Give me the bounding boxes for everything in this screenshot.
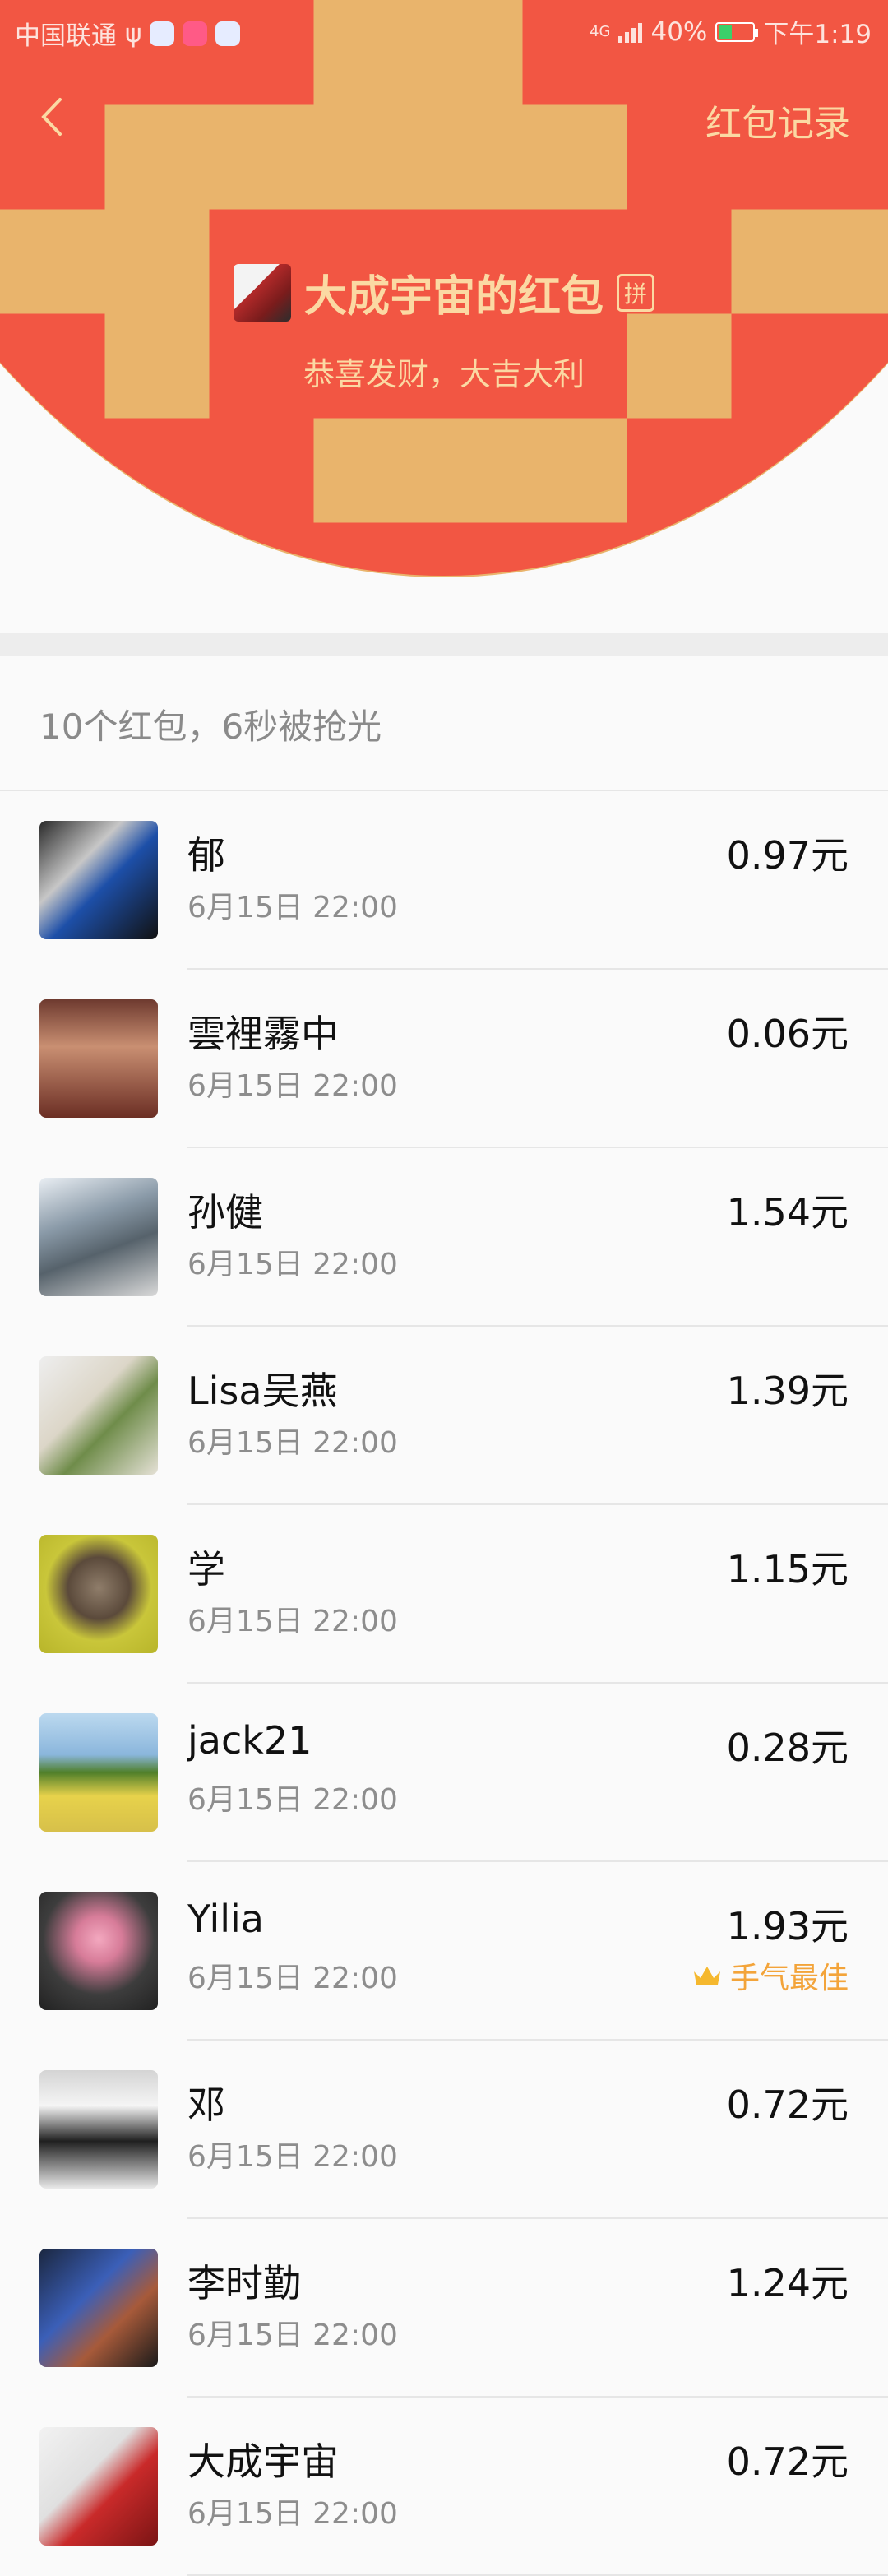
crown-icon <box>693 1967 720 1985</box>
battery-icon <box>715 21 759 42</box>
carrier-label: 中国联通 <box>15 21 117 51</box>
signal-icon <box>618 21 643 43</box>
receive-time: 6月15日 22:00 <box>187 1069 398 1103</box>
recipient-name: 大成宇宙 <box>187 2439 339 2484</box>
app-notification-icon <box>215 21 241 46</box>
blessing-text: 恭喜发财，大吉大利 <box>303 356 585 392</box>
list-item[interactable]: 邓 6月15日 22:00 0.72元 <box>0 2041 888 2219</box>
recipient-name: Yilia <box>187 1897 264 1941</box>
avatar[interactable] <box>39 821 158 939</box>
avatar[interactable] <box>39 1356 158 1475</box>
best-luck-badge: 手气最佳 <box>692 1954 849 1997</box>
avatar[interactable] <box>39 2249 158 2367</box>
back-button[interactable] <box>31 92 72 141</box>
amount: 1.24元 <box>726 2261 849 2305</box>
list-item[interactable]: Lisa吴燕 6月15日 22:00 1.39元 <box>0 1327 888 1505</box>
list-item[interactable]: jack21 6月15日 22:00 0.28元 <box>0 1684 888 1862</box>
receive-time: 6月15日 22:00 <box>187 1783 398 1817</box>
amount: 1.39元 <box>726 1369 849 1413</box>
recipient-name: 李时勤 <box>187 2261 301 2305</box>
receive-time: 6月15日 22:00 <box>187 1426 398 1460</box>
receive-time: 6月15日 22:00 <box>187 891 398 924</box>
app-notification-icon <box>183 21 208 46</box>
recipient-name: 邓 <box>187 2083 225 2127</box>
avatar[interactable] <box>39 2427 158 2546</box>
avatar[interactable] <box>39 2070 158 2189</box>
section-divider <box>0 633 888 656</box>
list-item[interactable]: 雲裡霧中 6月15日 22:00 0.06元 <box>0 970 888 1148</box>
status-right: 4G 40% 下午1:19 <box>590 13 872 50</box>
amount: 1.93元 <box>726 1904 849 1948</box>
amount: 1.15元 <box>726 1547 849 1591</box>
recipient-name: 郁 <box>187 833 225 878</box>
avatar[interactable] <box>39 999 158 1118</box>
clock: 下午1:19 <box>763 20 872 49</box>
pin-badge: 拼 <box>617 273 654 312</box>
battery-percent: 40% <box>650 16 708 47</box>
chevron-left-icon <box>41 98 62 136</box>
recipient-name: 雲裡霧中 <box>187 1012 339 1056</box>
receive-time: 6月15日 22:00 <box>187 2319 398 2352</box>
recipient-name: Lisa吴燕 <box>187 1369 338 1413</box>
amount: 0.97元 <box>726 833 849 878</box>
amount: 0.72元 <box>726 2439 849 2484</box>
list-item[interactable]: Yilia 6月15日 22:00 1.93元手气最佳 <box>0 1862 888 2041</box>
recipient-name: jack21 <box>187 1718 312 1763</box>
amount: 0.72元 <box>726 2083 849 2127</box>
amount: 0.28元 <box>726 1726 849 1770</box>
recipient-name: 孙健 <box>187 1190 263 1235</box>
network-label: 4G <box>590 23 611 40</box>
avatar[interactable] <box>39 1535 158 1653</box>
recipient-name: 学 <box>187 1547 225 1591</box>
status-left: 中国联通 ψ <box>15 15 241 52</box>
receive-time: 6月15日 22:00 <box>187 2497 398 2531</box>
sender-title: 大成宇宙的红包 <box>303 272 604 322</box>
list-item[interactable]: 郁 6月15日 22:00 0.97元 <box>0 791 888 970</box>
amount: 1.54元 <box>726 1190 849 1235</box>
battery-fill <box>719 25 733 39</box>
sender-avatar <box>233 263 291 322</box>
list-item[interactable]: 学 6月15日 22:00 1.15元 <box>0 1505 888 1684</box>
best-luck-label: 手气最佳 <box>729 1962 849 1995</box>
usb-icon: ψ <box>125 18 142 49</box>
receive-time: 6月15日 22:00 <box>187 1248 398 1281</box>
avatar[interactable] <box>39 1892 158 2010</box>
status-bar: 中国联通 ψ 4G 40% 下午1:19 <box>0 0 888 59</box>
list-item[interactable]: 大成宇宙 6月15日 22:00 0.72元 <box>0 2398 888 2576</box>
summary-text: 10个红包，6秒被抢光 <box>39 707 382 747</box>
receive-time: 6月15日 22:00 <box>187 1605 398 1638</box>
avatar[interactable] <box>39 1713 158 1832</box>
red-packet-header: 中国联通 ψ 4G 40% 下午1:19 红包记录 大成宇宙的红包 拼 恭喜发财… <box>0 0 888 633</box>
amount: 0.06元 <box>726 1012 849 1056</box>
receive-time: 6月15日 22:00 <box>187 2140 398 2174</box>
list-item[interactable]: 李时勤 6月15日 22:00 1.24元 <box>0 2219 888 2398</box>
recipient-list: 郁 6月15日 22:00 0.97元雲裡霧中 6月15日 22:00 0.06元孙健 6… <box>0 791 888 2576</box>
red-packet-record-link[interactable]: 红包记录 <box>705 94 850 146</box>
sender-row: 大成宇宙的红包 拼 <box>0 262 888 323</box>
avatar[interactable] <box>39 1178 158 1296</box>
receive-time: 6月15日 22:00 <box>187 1962 398 1995</box>
app-notification-icon <box>150 21 175 46</box>
list-item[interactable]: 孙健 6月15日 22:00 1.54元 <box>0 1148 888 1327</box>
